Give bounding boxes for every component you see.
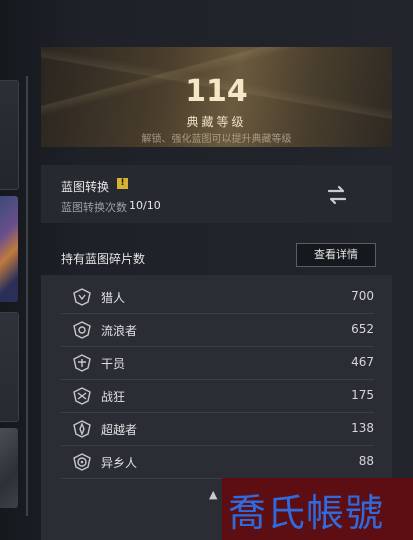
class-name: 异乡人 bbox=[101, 456, 138, 470]
blueprint-thumbnail[interactable] bbox=[0, 312, 19, 422]
shard-count: 467 bbox=[351, 355, 374, 369]
hunter-class-icon bbox=[73, 288, 91, 306]
info-icon[interactable]: ! bbox=[117, 178, 128, 189]
stranger-class-icon bbox=[73, 453, 91, 471]
list-item[interactable]: 流浪者 652 bbox=[61, 314, 374, 347]
blueprint-thumbnail[interactable] bbox=[0, 196, 18, 302]
list-item[interactable]: 干员 467 bbox=[61, 347, 374, 380]
collection-level-title: 典藏等级 bbox=[186, 115, 247, 129]
collection-panel: 114 典藏等级 解锁、强化蓝图可以提升典藏等级 蓝图转换 ! 蓝图转换次数 1… bbox=[41, 47, 392, 540]
shard-count: 138 bbox=[351, 421, 374, 435]
list-item[interactable]: 超越者 138 bbox=[61, 413, 374, 446]
class-name: 流浪者 bbox=[101, 324, 138, 338]
list-item[interactable]: 战狂 175 bbox=[61, 380, 374, 413]
shard-count: 88 bbox=[358, 454, 374, 468]
scroll-up-icon[interactable]: ▲ bbox=[209, 488, 217, 501]
view-details-button[interactable]: 查看详情 bbox=[296, 243, 376, 267]
shard-count: 175 bbox=[351, 388, 374, 402]
blueprint-thumbnail-strip bbox=[0, 0, 26, 540]
blueprint-thumbnail[interactable] bbox=[0, 428, 18, 508]
class-name: 超越者 bbox=[101, 423, 138, 437]
convert-count-label: 蓝图转换次数 bbox=[61, 201, 127, 214]
collection-level-banner: 114 典藏等级 解锁、强化蓝图可以提升典藏等级 bbox=[41, 47, 392, 147]
class-name: 猎人 bbox=[101, 291, 126, 305]
transcender-class-icon bbox=[73, 420, 91, 438]
blueprint-thumbnail[interactable] bbox=[0, 80, 19, 190]
app-stage: 114 典藏等级 解锁、强化蓝图可以提升典藏等级 蓝图转换 ! 蓝图转换次数 1… bbox=[0, 0, 413, 540]
collection-level-subtitle: 解锁、强化蓝图可以提升典藏等级 bbox=[141, 134, 292, 145]
list-item[interactable]: 猎人 700 bbox=[61, 281, 374, 314]
operator-class-icon bbox=[73, 354, 91, 372]
collection-level-value: 114 bbox=[185, 74, 248, 109]
shard-count: 652 bbox=[351, 322, 374, 336]
class-name: 战狂 bbox=[101, 390, 126, 404]
class-name: 干员 bbox=[101, 357, 126, 371]
convert-count-value: 10/10 bbox=[129, 199, 161, 212]
blueprint-convert-card: 蓝图转换 ! 蓝图转换次数 10/10 bbox=[41, 165, 392, 223]
scrollbar-track[interactable] bbox=[26, 76, 28, 516]
swap-arrows-icon[interactable] bbox=[325, 183, 349, 207]
convert-title: 蓝图转换 bbox=[61, 180, 110, 194]
list-item[interactable]: 异乡人 88 bbox=[61, 446, 374, 479]
wanderer-class-icon bbox=[73, 321, 91, 339]
watermark-text: 喬氏帳號 bbox=[228, 491, 385, 535]
shard-count: 700 bbox=[351, 289, 374, 303]
shards-label: 持有蓝图碎片数 bbox=[61, 252, 146, 266]
berserker-class-icon bbox=[73, 387, 91, 405]
